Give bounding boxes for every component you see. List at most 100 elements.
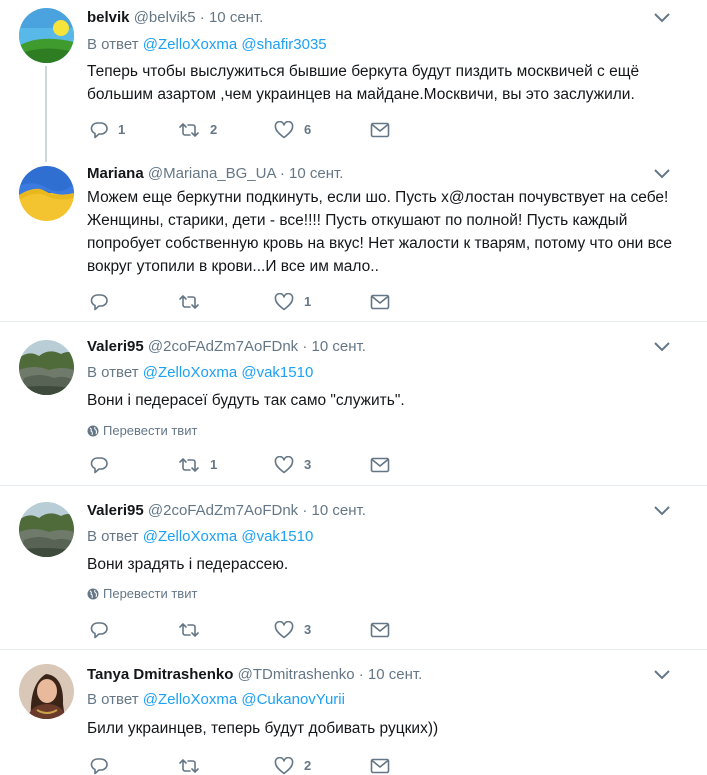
retweet-button[interactable]: 2 (178, 120, 217, 140)
heart-icon (274, 757, 294, 775)
retweet-button[interactable] (178, 756, 210, 775)
rocks-avatar-icon[interactable] (19, 340, 74, 395)
thread-line (45, 66, 47, 162)
retweet-icon (179, 458, 199, 472)
mention-link[interactable]: @vak1510 (241, 364, 313, 381)
reply-button[interactable] (90, 756, 118, 775)
tweet-2[interactable]: Mariana @Mariana_BG_UA · 10 сент. Можем … (0, 155, 707, 321)
mention-link[interactable]: @ZelloXoxma (143, 691, 237, 708)
reply-button[interactable] (90, 455, 118, 475)
user-handle[interactable]: @TDmitrashenko (238, 666, 355, 683)
envelope-icon (370, 122, 390, 138)
chevron-down-icon[interactable] (654, 169, 670, 179)
globe-icon (87, 588, 99, 600)
user-handle[interactable]: @2coFAdZm7AoFDnk (148, 502, 298, 519)
retweet-button[interactable]: 1 (178, 455, 217, 475)
separator-dot: · (358, 666, 368, 683)
like-button[interactable]: 3 (274, 620, 311, 640)
message-button[interactable] (370, 756, 390, 775)
message-button[interactable] (370, 455, 390, 475)
translate-label: Перевести твит (103, 586, 198, 601)
tweet-actions: 2 (87, 756, 407, 775)
reply-count: 1 (118, 122, 126, 137)
flag-avatar-icon[interactable] (19, 166, 74, 221)
reply-button[interactable] (90, 620, 118, 640)
translate-link[interactable]: Перевести твит (87, 586, 197, 602)
tweet-header: Mariana @Mariana_BG_UA · 10 сент. (87, 164, 343, 184)
retweet-icon (179, 295, 199, 309)
tweet-3[interactable]: Valeri95 @2coFAdZm7AoFDnk · 10 сент. В о… (0, 322, 707, 485)
mention-link[interactable]: @CukanovYurii (241, 691, 345, 708)
separator-dot: · (279, 165, 290, 182)
reply-prefix: В ответ (87, 364, 139, 381)
like-count: 6 (304, 122, 312, 137)
reply-to: В ответ @ZelloXoxma @vak1510 (87, 363, 313, 383)
tweet-5[interactable]: Tanya Dmitrashenko @TDmitrashenko · 10 с… (0, 650, 707, 775)
envelope-icon (370, 457, 390, 473)
like-button[interactable]: 6 (274, 120, 311, 140)
reply-prefix: В ответ (87, 691, 139, 708)
mention-link[interactable]: @ZelloXoxma (143, 36, 237, 53)
tweet-actions: 1 (87, 292, 407, 312)
chevron-down-icon[interactable] (654, 13, 670, 23)
user-handle[interactable]: @2coFAdZm7AoFDnk (148, 338, 298, 355)
heart-icon (274, 121, 294, 139)
like-count: 3 (304, 622, 312, 637)
mention-link[interactable]: @shafir3035 (241, 36, 326, 53)
reply-button[interactable] (90, 292, 118, 312)
tweet-time[interactable]: 10 сент. (289, 165, 343, 182)
retweet-icon (179, 759, 199, 773)
heart-icon (274, 456, 294, 474)
reply-to: В ответ @ZelloXoxma @CukanovYurii (87, 690, 345, 710)
mention-link[interactable]: @vak1510 (241, 528, 313, 545)
reply-icon (90, 622, 108, 639)
landscape-avatar-icon[interactable] (19, 8, 74, 63)
user-handle[interactable]: @belvik5 (134, 9, 196, 26)
translate-link[interactable]: Перевести твит (87, 423, 197, 439)
chevron-down-icon[interactable] (654, 670, 670, 680)
tweet-time[interactable]: 10 сент. (312, 338, 366, 355)
user-name[interactable]: Mariana (87, 165, 144, 182)
chevron-down-icon[interactable] (654, 342, 670, 352)
reply-button[interactable]: 1 (90, 120, 125, 140)
tweet-1[interactable]: belvik @belvik5 · 10 сент. В ответ @Zell… (0, 0, 707, 162)
tweet-text: Теперь чтобы выслужиться бывшие беркута … (87, 63, 640, 103)
like-count: 2 (304, 758, 312, 773)
mention-link[interactable]: @ZelloXoxma (143, 364, 237, 381)
reply-icon (90, 294, 108, 311)
reply-icon (90, 122, 108, 139)
tweet-header: Tanya Dmitrashenko @TDmitrashenko · 10 с… (87, 665, 422, 685)
message-button[interactable] (370, 620, 390, 640)
message-button[interactable] (370, 120, 390, 140)
tweet-header: belvik @belvik5 · 10 сент. (87, 8, 263, 28)
tweet-4[interactable]: Valeri95 @2coFAdZm7AoFDnk · 10 сент. В о… (0, 486, 707, 649)
user-name[interactable]: Valeri95 (87, 338, 144, 355)
message-button[interactable] (370, 292, 390, 312)
tweet-time[interactable]: 10 сент. (368, 666, 422, 683)
like-count: 1 (304, 294, 312, 309)
like-button[interactable]: 3 (274, 455, 311, 475)
user-name[interactable]: belvik (87, 9, 130, 26)
tweet-time[interactable]: 10 сент. (312, 502, 366, 519)
chevron-down-icon[interactable] (654, 506, 670, 516)
user-name[interactable]: Valeri95 (87, 502, 144, 519)
like-count: 3 (304, 457, 312, 472)
tweet-actions: 3 (87, 620, 407, 640)
heart-icon (274, 621, 294, 639)
user-handle[interactable]: @Mariana_BG_UA (148, 165, 276, 182)
separator-dot: · (302, 338, 312, 355)
tweet-actions: 1 2 6 (87, 120, 407, 140)
heart-icon (274, 293, 294, 311)
translate-label: Перевести твит (103, 423, 198, 438)
globe-icon (87, 425, 99, 437)
envelope-icon (370, 622, 390, 638)
user-name[interactable]: Tanya Dmitrashenko (87, 666, 233, 683)
tweet-time[interactable]: 10 сент. (209, 9, 263, 26)
rocks-avatar-icon[interactable] (19, 502, 74, 557)
like-button[interactable]: 2 (274, 756, 311, 775)
person-avatar-icon[interactable] (19, 664, 74, 719)
like-button[interactable]: 1 (274, 292, 311, 312)
mention-link[interactable]: @ZelloXoxma (143, 528, 237, 545)
retweet-button[interactable] (178, 292, 210, 312)
retweet-button[interactable] (178, 620, 210, 640)
